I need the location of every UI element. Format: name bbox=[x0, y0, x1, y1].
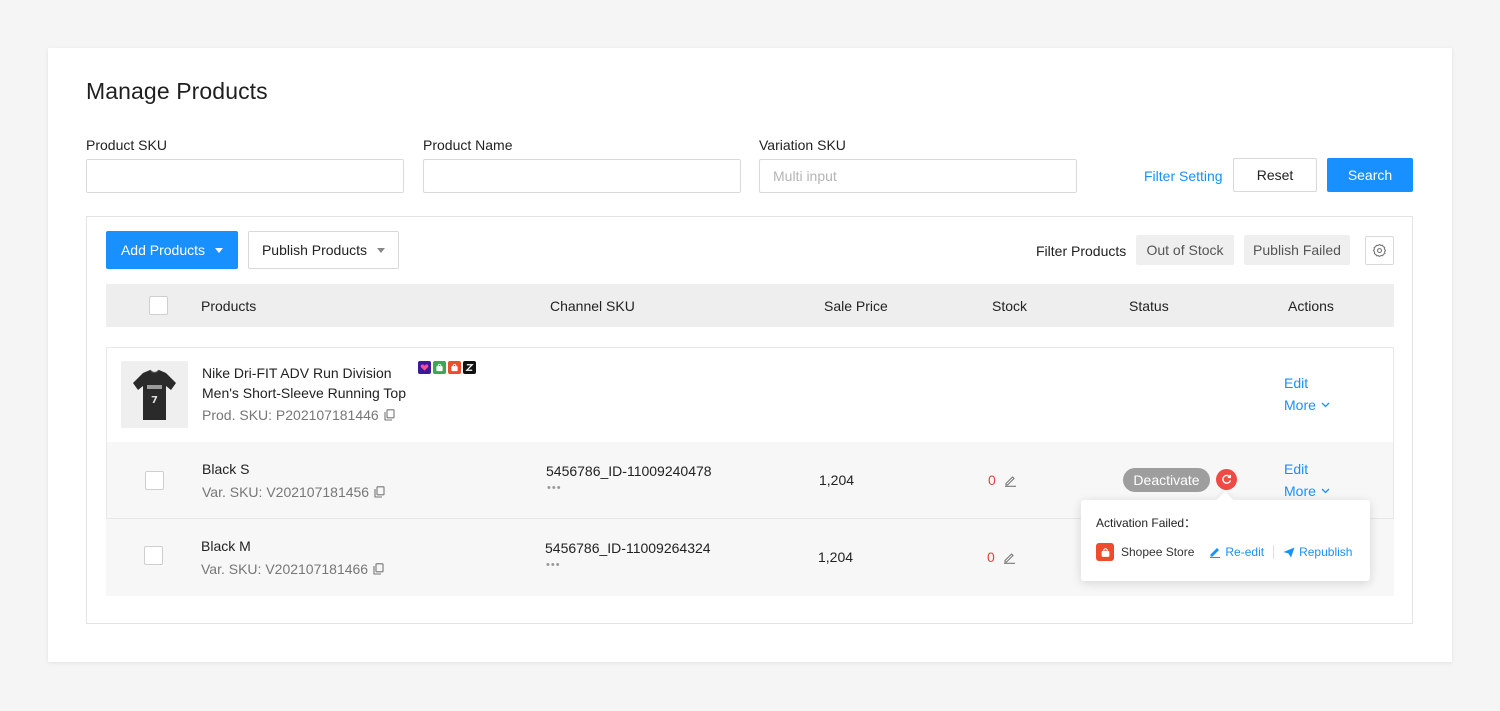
product-thumbnail: 7 bbox=[121, 361, 188, 428]
column-header-channel-sku: Channel SKU bbox=[550, 298, 635, 314]
page-title: Manage Products bbox=[86, 78, 268, 104]
column-header-products: Products bbox=[201, 298, 257, 314]
column-header-actions: Actions bbox=[1288, 298, 1334, 314]
republish-label: Republish bbox=[1299, 545, 1353, 559]
channel-icons bbox=[418, 361, 476, 374]
variation-edit-link[interactable]: Edit bbox=[1284, 461, 1308, 477]
channel-sku: 5456786_ID-11009240478 bbox=[546, 463, 712, 479]
retry-button[interactable] bbox=[1216, 469, 1237, 490]
product-name: Nike Dri-FIT ADV Run Division Men's Shor… bbox=[202, 363, 422, 403]
chevron-down-icon bbox=[1321, 488, 1330, 494]
more-dots-icon[interactable]: ••• bbox=[547, 482, 562, 494]
product-sku-label: Product SKU bbox=[86, 137, 167, 153]
more-dots-icon[interactable]: ••• bbox=[546, 559, 561, 571]
variation-sku: Var. SKU: V202107181456 bbox=[202, 484, 385, 500]
variation-more-label: More bbox=[1284, 483, 1316, 499]
product-more-link[interactable]: More bbox=[1284, 397, 1330, 413]
variation-sku-text: Var. SKU: V202107181456 bbox=[202, 484, 370, 500]
shopee-store-icon bbox=[1096, 543, 1114, 561]
publish-products-label: Publish Products bbox=[261, 242, 368, 258]
product-name-line2: Men's Short-Sleeve Running Top bbox=[202, 385, 406, 401]
activation-failed-popover: Activation Failed： Shopee Store Re-edit … bbox=[1081, 500, 1370, 581]
chevron-down-icon bbox=[1321, 402, 1330, 408]
search-button[interactable]: Search bbox=[1327, 158, 1413, 192]
variation-name: Black M bbox=[201, 538, 251, 554]
publish-products-button[interactable]: Publish Products bbox=[248, 231, 399, 269]
publish-failed-chip[interactable]: Publish Failed bbox=[1244, 235, 1350, 265]
divider bbox=[1273, 545, 1275, 559]
column-header-status: Status bbox=[1129, 298, 1169, 314]
popover-actions: Shopee Store Re-edit Republish bbox=[1096, 543, 1352, 561]
product-sku-input[interactable] bbox=[86, 159, 404, 193]
channel-sku: 5456786_ID-11009264324 bbox=[545, 540, 711, 556]
stock-value: 0 bbox=[988, 472, 996, 488]
caret-down-icon bbox=[377, 247, 386, 253]
variation-sku-text: Var. SKU: V202107181466 bbox=[201, 561, 369, 577]
variation-sku-label: Variation SKU bbox=[759, 137, 846, 153]
re-edit-label: Re-edit bbox=[1225, 545, 1265, 559]
filter-setting-link[interactable]: Filter Setting bbox=[1144, 168, 1223, 184]
deactivate-status-badge[interactable]: Deactivate bbox=[1123, 468, 1210, 492]
lazada-icon bbox=[418, 361, 431, 374]
svg-text:7: 7 bbox=[151, 395, 158, 406]
stock-cell: 0 bbox=[987, 549, 1016, 565]
product-name-label: Product Name bbox=[423, 137, 513, 153]
product-more-label: More bbox=[1284, 397, 1316, 413]
copy-icon[interactable] bbox=[374, 486, 385, 498]
product-row: 7 Nike Dri-FIT ADV Run Division Men's Sh… bbox=[106, 347, 1394, 442]
reset-button[interactable]: Reset bbox=[1233, 158, 1317, 192]
gear-icon bbox=[1372, 243, 1387, 258]
variation-checkbox[interactable] bbox=[144, 546, 163, 565]
product-name-input[interactable] bbox=[423, 159, 741, 193]
refresh-icon bbox=[1222, 474, 1232, 484]
shop-bag-icon bbox=[433, 361, 446, 374]
product-sku: Prod. SKU: P202107181446 bbox=[202, 407, 395, 423]
filter-products-label: Filter Products bbox=[1036, 243, 1127, 259]
variation-sku: Var. SKU: V202107181466 bbox=[201, 561, 384, 577]
edit-pencil-icon[interactable] bbox=[1004, 474, 1017, 487]
zalora-icon bbox=[463, 361, 476, 374]
sale-price: 1,204 bbox=[818, 549, 854, 565]
column-header-sale-price: Sale Price bbox=[824, 298, 888, 314]
variation-more-link[interactable]: More bbox=[1284, 483, 1330, 499]
out-of-stock-chip[interactable]: Out of Stock bbox=[1136, 235, 1234, 265]
variation-checkbox[interactable] bbox=[145, 471, 164, 490]
re-edit-link[interactable]: Re-edit bbox=[1209, 545, 1264, 559]
product-edit-link[interactable]: Edit bbox=[1284, 375, 1308, 391]
select-all-checkbox[interactable] bbox=[149, 296, 168, 315]
add-products-button[interactable]: Add Products bbox=[106, 231, 238, 269]
caret-down-icon bbox=[215, 247, 224, 253]
pencil-icon bbox=[1210, 548, 1221, 558]
republish-link[interactable]: Republish bbox=[1283, 545, 1352, 559]
copy-icon[interactable] bbox=[373, 563, 384, 575]
column-settings-button[interactable] bbox=[1365, 236, 1394, 265]
product-name-line1: Nike Dri-FIT ADV Run Division bbox=[202, 365, 392, 381]
edit-pencil-icon[interactable] bbox=[1003, 551, 1016, 564]
popover-title: Activation Failed： bbox=[1096, 516, 1197, 530]
stock-value: 0 bbox=[987, 549, 995, 565]
sale-price: 1,204 bbox=[819, 472, 855, 488]
product-sku-text: Prod. SKU: P202107181446 bbox=[202, 407, 379, 423]
variation-sku-input[interactable] bbox=[759, 159, 1077, 193]
column-header-stock: Stock bbox=[992, 298, 1028, 314]
copy-icon[interactable] bbox=[384, 409, 395, 421]
table-header: Products Channel SKU Sale Price Stock St… bbox=[106, 284, 1394, 327]
tshirt-image: 7 bbox=[121, 361, 188, 428]
shopee-store-label: Shopee Store bbox=[1121, 545, 1195, 559]
add-products-label: Add Products bbox=[120, 242, 206, 258]
shopee-icon bbox=[448, 361, 461, 374]
send-icon bbox=[1283, 547, 1295, 557]
stock-cell: 0 bbox=[988, 472, 1017, 488]
variation-name: Black S bbox=[202, 461, 250, 477]
